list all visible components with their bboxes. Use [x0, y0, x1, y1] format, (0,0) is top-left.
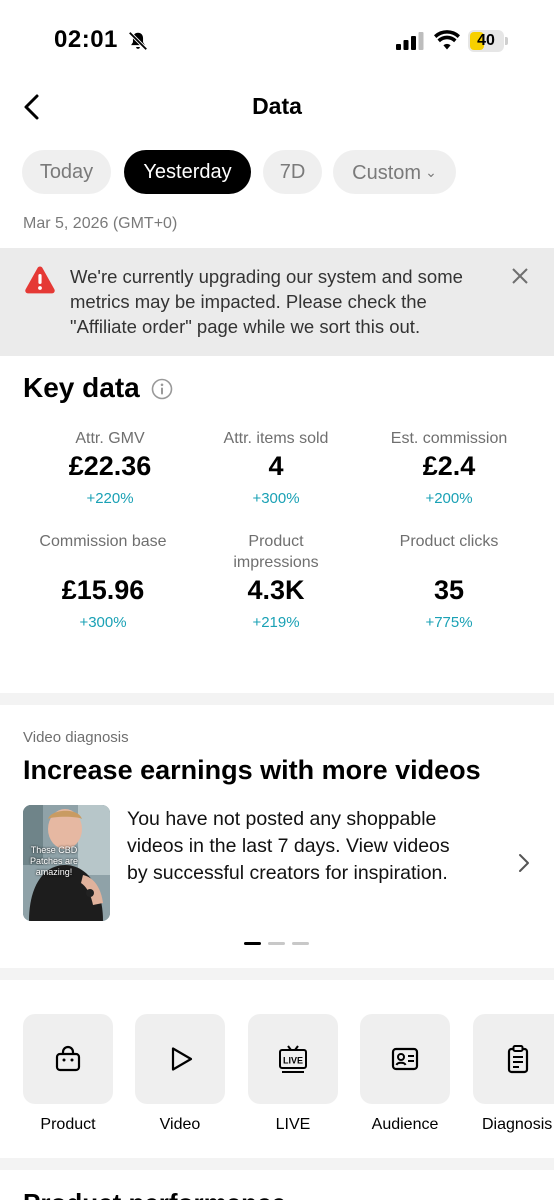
- metric-label-line2: [18, 552, 188, 573]
- status-bar: 02:01 40: [0, 0, 554, 80]
- metric-product-clicks[interactable]: Product clicks 35 +775%: [364, 531, 534, 631]
- warning-icon: [25, 266, 55, 294]
- metric-label: Product: [248, 533, 304, 550]
- battery-level: 40: [477, 32, 495, 49]
- video-tile[interactable]: [135, 1014, 225, 1104]
- audience-tile-label: Audience: [371, 1116, 439, 1133]
- message-line: by successful creators for inspiration.: [127, 862, 448, 884]
- audience-tile[interactable]: [360, 1014, 450, 1104]
- diagnosis-tile-label: Diagnosis: [482, 1116, 553, 1133]
- pagination-dot: [268, 942, 285, 945]
- tab-yesterday[interactable]: Yesterday: [124, 150, 251, 194]
- product-performance-heading: Product performance: [23, 1188, 286, 1200]
- notice-message: We're currently upgrading our system and…: [70, 264, 510, 339]
- thumbnail-caption: These CBD Patches are amazing!: [29, 845, 79, 877]
- page-title: Data: [252, 93, 302, 119]
- video-thumbnail[interactable]: These CBD Patches are amazing!: [23, 805, 110, 921]
- live-tile-label: LIVE: [275, 1116, 311, 1133]
- metric-value: 35: [433, 575, 465, 605]
- message-line: videos in the last 7 days. View videos: [127, 835, 450, 857]
- chevron-right-icon[interactable]: [514, 852, 534, 874]
- tab-label: Custom: [352, 162, 422, 184]
- wifi-icon: [434, 30, 460, 50]
- metric-change: +220%: [86, 490, 134, 507]
- info-icon[interactable]: [151, 378, 173, 400]
- carousel-pagination: [244, 942, 314, 946]
- bell-muted-icon: [128, 31, 148, 51]
- live-tile[interactable]: LIVE: [248, 1014, 338, 1104]
- video-diagnosis-label: Video diagnosis: [23, 729, 129, 746]
- metric-value: 4: [268, 451, 284, 481]
- tab-label: 7D: [279, 161, 306, 183]
- tab-7d[interactable]: 7D: [263, 150, 322, 194]
- pagination-dot: [292, 942, 309, 945]
- message-line: You have not posted any shoppable: [127, 808, 437, 830]
- status-time: 02:01: [54, 26, 118, 53]
- metric-change: +775%: [425, 614, 473, 631]
- metric-change: +300%: [79, 614, 127, 631]
- metric-change: +219%: [252, 614, 300, 631]
- tab-custom[interactable]: Custom ⌄: [333, 150, 456, 194]
- tab-label: Today: [39, 161, 94, 183]
- metric-change: +200%: [425, 490, 473, 507]
- section-divider: [0, 693, 554, 705]
- notice-line: metrics may be impacted. Please check th…: [70, 291, 427, 312]
- pagination-dot-active: [244, 942, 261, 945]
- id-card-icon: [391, 1047, 419, 1071]
- svg-text:LIVE: LIVE: [283, 1056, 303, 1066]
- section-divider: [0, 1158, 554, 1170]
- play-icon: [171, 1047, 193, 1071]
- metric-label-line2: [364, 552, 534, 573]
- metric-label-line2: impressions: [233, 554, 319, 571]
- metric-commission-base[interactable]: Commission base £15.96 +300%: [18, 531, 188, 631]
- metric-value: 4.3K: [247, 575, 305, 605]
- battery-indicator: 40: [468, 30, 508, 52]
- metric-value: £22.36: [68, 451, 152, 481]
- shopping-bag-icon: [55, 1045, 81, 1072]
- metric-label: Attr. items sold: [223, 430, 329, 447]
- section-divider: [0, 968, 554, 980]
- date-range-label: Mar 5, 2026 (GMT+0): [23, 215, 178, 232]
- video-tile-label: Video: [159, 1116, 201, 1133]
- metric-label: Est. commission: [390, 430, 508, 447]
- tab-label: Yesterday: [143, 161, 232, 183]
- metric-est-commission[interactable]: Est. commission £2.4 +200%: [364, 428, 534, 507]
- metric-product-impressions[interactable]: Product impressions 4.3K +219%: [191, 531, 361, 631]
- key-data-title: Key data: [23, 372, 140, 403]
- close-icon[interactable]: [508, 264, 532, 288]
- chevron-down-icon: ⌄: [425, 164, 437, 180]
- metric-attr-items-sold[interactable]: Attr. items sold 4 +300%: [191, 428, 361, 507]
- metric-label: Attr. GMV: [75, 430, 145, 447]
- video-diagnosis-message: You have not posted any shoppable videos…: [127, 806, 497, 887]
- video-diagnosis-title: Increase earnings with more videos: [23, 755, 481, 785]
- notice-line: "Affiliate order" page while we sort thi…: [70, 316, 421, 337]
- diagnosis-tile[interactable]: [473, 1014, 554, 1104]
- product-tile[interactable]: [23, 1014, 113, 1104]
- metric-label: Commission base: [39, 533, 167, 550]
- metric-label: Product clicks: [399, 533, 499, 550]
- product-tile-label: Product: [40, 1116, 96, 1133]
- clipboard-icon: [507, 1045, 529, 1074]
- tab-today[interactable]: Today: [22, 150, 111, 194]
- metric-value: £15.96: [61, 575, 145, 605]
- metric-change: +300%: [252, 490, 300, 507]
- live-tv-icon: LIVE: [279, 1045, 307, 1073]
- notice-line: We're currently upgrading our system and…: [70, 266, 463, 287]
- cellular-signal-icon: [396, 32, 424, 50]
- metric-value: £2.4: [422, 451, 476, 481]
- metric-attr-gmv[interactable]: Attr. GMV £22.36 +220%: [25, 428, 195, 507]
